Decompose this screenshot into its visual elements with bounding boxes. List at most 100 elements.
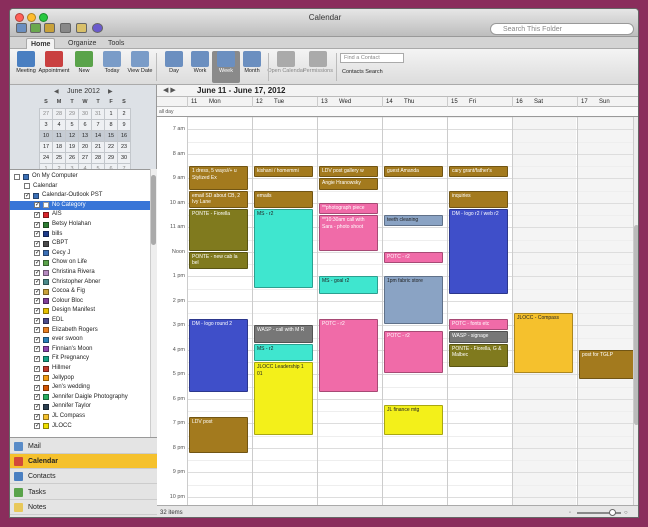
view-date-button[interactable]: View Date	[126, 51, 154, 83]
mini-day[interactable]: 1	[104, 107, 118, 120]
calendar-checkbox[interactable]: ✓	[34, 394, 40, 401]
calendar-checkbox[interactable]: ✓	[34, 231, 40, 238]
mini-day[interactable]: 6	[78, 118, 92, 131]
zoom-out-icon[interactable]: ◦	[569, 508, 571, 517]
calendar-tree-item[interactable]: ✓ Jen's wedding	[10, 383, 150, 393]
print-icon[interactable]	[60, 23, 71, 33]
note-icon[interactable]	[76, 23, 87, 33]
calendar-checkbox[interactable]: ✓	[34, 365, 40, 372]
undo-icon[interactable]	[44, 23, 55, 33]
calendar-tree-item[interactable]: ✓ Cecy J	[10, 249, 150, 259]
calendar-tree-item[interactable]: ✓ CBPT	[10, 239, 150, 249]
calendar-checkbox[interactable]: ✓	[34, 259, 40, 266]
zoom-slider-knob[interactable]	[609, 509, 616, 516]
calendar-tree-item[interactable]: ✓ Jennifer Daigle Photography	[10, 393, 150, 403]
calendar-event[interactable]: PONTE - Fiorella	[189, 208, 248, 251]
mini-day[interactable]: 23	[117, 140, 131, 153]
calendar-event[interactable]: MS - r2	[254, 208, 313, 288]
calendar-checkbox[interactable]: ✓	[34, 355, 40, 362]
mini-day[interactable]: 7	[91, 118, 105, 131]
calendar-tree-item[interactable]: ✓ Calendar-Outlook PST	[10, 191, 150, 201]
mini-day[interactable]: 13	[78, 129, 92, 142]
time-grid[interactable]: 7 am 8 am 9 am 10 am 11 am Noon 1 pm 2 pm 3 pm 4 …	[157, 117, 633, 505]
calendar-checkbox[interactable]: ✓	[24, 192, 30, 199]
tree-scroll-thumb[interactable]	[151, 175, 156, 245]
calendar-event[interactable]: POTC - fonts etc	[449, 319, 508, 331]
month-button[interactable]: Month	[238, 51, 266, 83]
calendar-checkbox[interactable]: ✓	[34, 336, 40, 343]
calendar-event[interactable]: JL finance mtg	[384, 404, 443, 435]
calendar-event[interactable]: inquiries	[449, 190, 508, 208]
calendar-event[interactable]: **10:30am call with Sara - photo shoot	[319, 215, 378, 251]
calendar-tree-item[interactable]: ✓ Chow on Life	[10, 258, 150, 268]
mini-next-month-icon[interactable]: ▶	[108, 88, 113, 95]
calendar-checkbox[interactable]	[24, 183, 30, 190]
calendar-event[interactable]: POTC - r2	[384, 331, 443, 374]
mini-day[interactable]: 16	[117, 129, 131, 142]
calendar-tree-item[interactable]: ✓ JLOCC	[10, 422, 150, 432]
calendar-event[interactable]: WASP - call with M R	[254, 325, 313, 343]
calendar-checkbox[interactable]: ✓	[34, 317, 40, 324]
calendar-event[interactable]: email SD about CB, 2 Ivy Lane	[189, 190, 248, 208]
mini-day[interactable]: 19	[65, 140, 79, 153]
calendar-checkbox[interactable]: ✓	[34, 327, 40, 334]
calendar-event[interactable]: MS - goal r2	[319, 276, 378, 294]
mini-day[interactable]: 2	[117, 107, 131, 120]
calendar-tree-item[interactable]: ✓ Christina Rivera	[10, 268, 150, 278]
all-day-row[interactable]: all day	[157, 107, 638, 117]
ribbon-tab-tools[interactable]: Tools	[104, 38, 128, 49]
calendar-checkbox[interactable]: ✓	[34, 202, 40, 209]
grid-scroll-thumb[interactable]	[634, 225, 638, 425]
calendar-event[interactable]: LDV post gallery w	[319, 166, 378, 178]
mini-day[interactable]: 28	[91, 151, 105, 164]
day-header-thu[interactable]: 14 Thu	[382, 97, 446, 107]
calendar-checkbox[interactable]: ✓	[34, 403, 40, 410]
calendar-event[interactable]: **photograph piece	[319, 202, 378, 214]
calendar-tree-item[interactable]: On My Computer	[10, 172, 150, 182]
calendar-checkbox[interactable]: ✓	[34, 288, 40, 295]
search-input[interactable]: Search This Folder	[490, 23, 634, 35]
find-contact-input[interactable]: Find a Contact	[340, 53, 404, 63]
day-header-fri[interactable]: 15 Fri	[447, 97, 511, 107]
calendar-tree-item[interactable]: ✓ AIS	[10, 210, 150, 220]
calendar-checkbox[interactable]: ✓	[34, 221, 40, 228]
ribbon-tab-home[interactable]: Home	[26, 38, 56, 49]
mini-day[interactable]: 3	[39, 118, 53, 131]
calendar-tree-item[interactable]: ✓ Betsy Holahan	[10, 220, 150, 230]
calendar-tree-item[interactable]: ✓ Jellypop	[10, 374, 150, 384]
mini-day[interactable]: 12	[65, 129, 79, 142]
day-header-wed[interactable]: 13 Wed	[317, 97, 381, 107]
nav-calendar[interactable]: Calendar	[10, 454, 157, 470]
mini-day[interactable]: 29	[65, 107, 79, 120]
calendar-event[interactable]: PONTE - new cab la bel	[189, 251, 248, 270]
calendar-event[interactable]: post for TGLP	[579, 349, 633, 380]
calendar-event[interactable]: JLOCC Leadership 1 01	[254, 362, 313, 435]
send-receive-icon[interactable]	[30, 23, 41, 33]
mini-day[interactable]: 20	[78, 140, 92, 153]
mini-day[interactable]: 10	[39, 129, 53, 142]
calendar-checkbox[interactable]: ✓	[34, 346, 40, 353]
calendar-checkbox[interactable]: ✓	[34, 384, 40, 391]
calendar-event[interactable]: JLOCC - Compass	[514, 313, 573, 374]
calendar-tree-item[interactable]: ✓ Design Manifest	[10, 306, 150, 316]
calendar-event[interactable]: MS - r2	[254, 343, 313, 361]
permissions-button[interactable]: Permissions	[303, 51, 333, 83]
calendar-tree-item[interactable]: ✓ ever swoon	[10, 335, 150, 345]
calendar-checkbox[interactable]	[14, 173, 20, 180]
mini-day[interactable]: 25	[52, 151, 66, 164]
calendar-tree-item[interactable]: ✓ bills	[10, 230, 150, 240]
mini-day[interactable]: 30	[78, 107, 92, 120]
calendar-tree-item[interactable]: ✓ Hillmer	[10, 364, 150, 374]
day-header-sat[interactable]: 16 Sat	[512, 97, 576, 107]
calendar-checkbox[interactable]: ✓	[34, 240, 40, 247]
calendar-tree-item[interactable]: ✓ Colour Bloc	[10, 297, 150, 307]
mini-day[interactable]: 15	[104, 129, 118, 142]
calendar-event[interactable]: emails	[254, 190, 313, 208]
mini-day[interactable]: 11	[52, 129, 66, 142]
ribbon-tab-organize[interactable]: Organize	[64, 38, 100, 49]
calendar-event[interactable]: teeth cleaning	[384, 215, 443, 227]
calendar-checkbox[interactable]: ✓	[34, 375, 40, 382]
calendar-tree-item[interactable]: Calendar	[10, 182, 150, 192]
calendar-tree-item[interactable]: ✓ No Category	[10, 200, 150, 211]
calendar-event[interactable]: kishani / homemmi	[254, 166, 313, 178]
